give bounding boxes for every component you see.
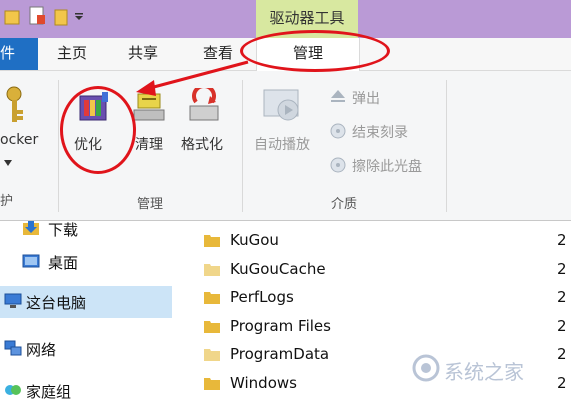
customize-toolbar-dropdown-icon[interactable]: [74, 13, 84, 21]
folder-icon: [204, 349, 220, 361]
nav-item-homegroup[interactable]: 家庭组: [26, 381, 71, 402]
key-icon[interactable]: [2, 84, 30, 126]
new-document-icon[interactable]: [28, 6, 46, 26]
disk-cleanup-icon[interactable]: [130, 88, 168, 124]
folder-icon: [204, 321, 220, 333]
downloads-icon: [23, 221, 39, 235]
file-row-name[interactable]: KuGou: [230, 231, 279, 249]
nav-item-desktop[interactable]: 桌面: [48, 252, 78, 273]
nav-item-network[interactable]: 网络: [26, 339, 56, 360]
tab-file[interactable]: 件: [0, 38, 38, 70]
folder-icon: [204, 378, 220, 390]
nav-item-downloads[interactable]: 下载: [48, 219, 78, 240]
group-divider: [242, 80, 243, 212]
finish-burning-icon[interactable]: [330, 123, 346, 139]
file-row-name[interactable]: Windows: [230, 374, 297, 392]
desktop-icon: [22, 254, 40, 268]
tab-share[interactable]: 共享: [123, 38, 163, 70]
file-row-name[interactable]: Program Files: [230, 317, 331, 335]
folder-icon: [204, 264, 220, 276]
nav-item-this-pc[interactable]: 这台电脑: [26, 292, 86, 313]
erase-disc-icon[interactable]: [330, 157, 346, 173]
group-divider: [58, 80, 59, 212]
protect-group-label: 护: [0, 194, 14, 209]
this-pc-icon: [4, 293, 22, 308]
finish-burning-button-label[interactable]: 结束刻录: [352, 122, 408, 142]
group-divider: [446, 80, 447, 212]
homegroup-icon: [5, 385, 21, 395]
file-row-date: 2: [557, 260, 567, 278]
watermark-logo-icon: [412, 354, 440, 382]
format-button-label[interactable]: 格式化: [181, 134, 223, 154]
folder-icon: [204, 292, 220, 304]
file-row-date: 2: [557, 374, 567, 392]
annotation-circle-optimize: [60, 86, 136, 174]
chevron-down-icon[interactable]: [4, 160, 12, 166]
autoplay-button-label[interactable]: 自动播放: [254, 134, 310, 154]
cleanup-button-label[interactable]: 清理: [135, 134, 163, 154]
erase-disc-button-label[interactable]: 擦除此光盘: [352, 156, 422, 176]
eject-button-label[interactable]: 弹出: [352, 88, 380, 108]
new-folder-icon[interactable]: [54, 7, 68, 27]
watermark: 系统之家: [444, 360, 524, 384]
manage-group-label: 管理: [136, 197, 163, 212]
folder-icon: [204, 235, 220, 247]
folder-icon[interactable]: [4, 8, 20, 26]
file-row-date: 2: [557, 288, 567, 306]
autoplay-icon[interactable]: [262, 88, 302, 124]
format-icon[interactable]: [186, 88, 222, 124]
tab-view[interactable]: 查看: [198, 38, 238, 70]
file-row-date: 2: [557, 345, 567, 363]
media-group-label: 介质: [330, 197, 357, 212]
annotation-circle-manage: [240, 30, 390, 72]
file-row-date: 2: [557, 317, 567, 335]
tab-home[interactable]: 主页: [52, 38, 92, 70]
network-icon: [4, 340, 22, 356]
file-row-name[interactable]: KuGouCache: [230, 260, 326, 278]
eject-icon[interactable]: [330, 89, 346, 103]
file-row-name[interactable]: PerfLogs: [230, 288, 294, 306]
file-row-name[interactable]: ProgramData: [230, 345, 329, 363]
bitlocker-button-label[interactable]: ocker: [0, 132, 38, 148]
file-row-date: 2: [557, 231, 567, 249]
